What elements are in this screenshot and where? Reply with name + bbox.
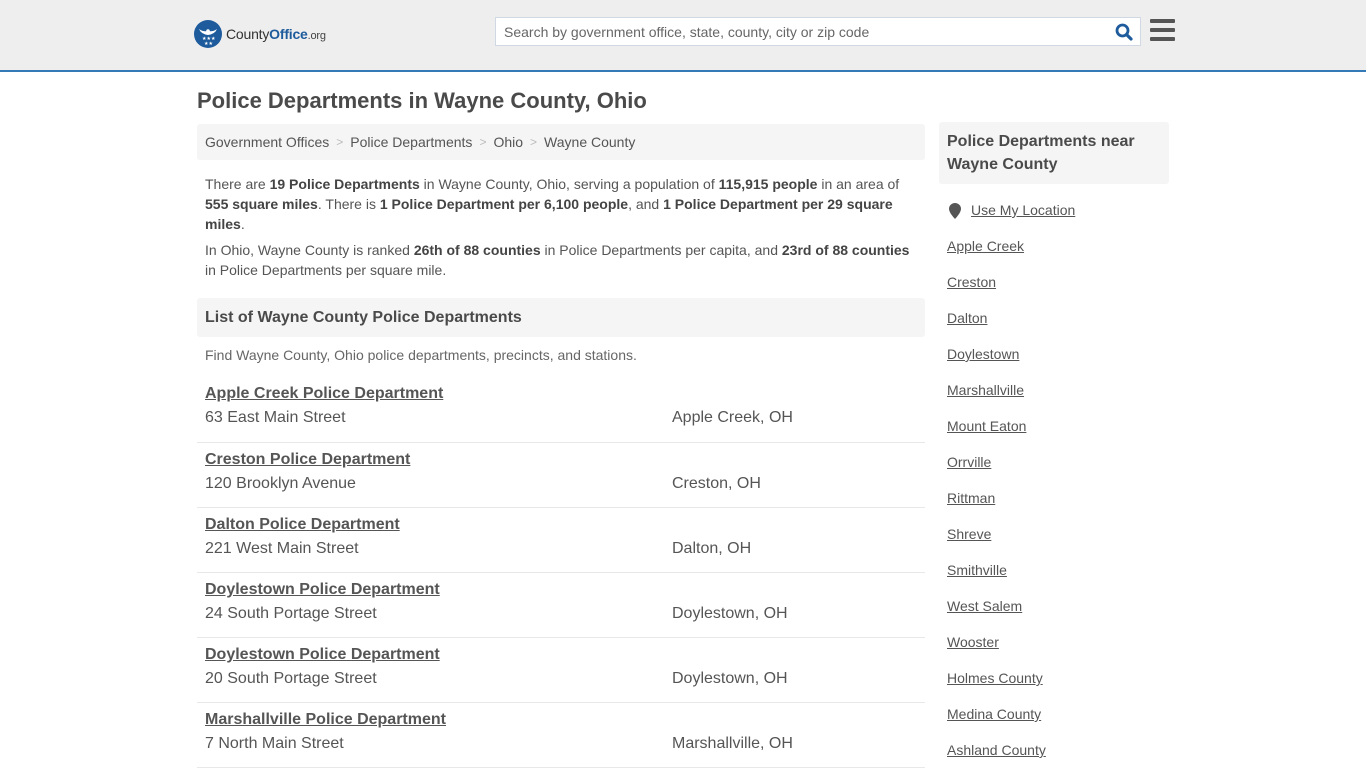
sidebar-item-apple-creek[interactable]: Apple Creek — [947, 238, 1161, 274]
breadcrumb-item-government-offices[interactable]: Government Offices — [205, 134, 329, 150]
svg-text:★★: ★★ — [204, 41, 213, 47]
menu-bar — [1150, 37, 1175, 41]
department-address: 24 South Portage Street — [205, 605, 377, 622]
hamburger-menu-icon[interactable] — [1150, 19, 1175, 41]
sidebar: Police Departments near Wayne County Use… — [939, 122, 1169, 778]
sidebar-item-creston[interactable]: Creston — [947, 274, 1161, 310]
department-city: Apple Creek, OH — [672, 409, 793, 426]
list-section-description: Find Wayne County, Ohio police departmen… — [205, 347, 637, 363]
department-address: 221 West Main Street — [205, 540, 359, 557]
logo-brand: Office — [269, 26, 308, 42]
menu-bar — [1150, 28, 1175, 32]
list-item: Doylestown Police Department 20 South Po… — [197, 638, 925, 703]
nearby-links: Use My Location Apple Creek Creston Dalt… — [939, 184, 1169, 778]
logo-prefix: County — [226, 26, 270, 42]
use-my-location-label: Use My Location — [971, 202, 1076, 218]
breadcrumb-item-police-departments[interactable]: Police Departments — [350, 134, 472, 150]
department-city: Doylestown, OH — [672, 605, 788, 622]
breadcrumb-separator-icon: > — [479, 135, 487, 149]
list-item: Marshallville Police Department 7 North … — [197, 703, 925, 768]
sidebar-item-mount-eaton[interactable]: Mount Eaton — [947, 418, 1161, 454]
breadcrumb-separator-icon: > — [336, 135, 344, 149]
sidebar-item-ashland-county[interactable]: Ashland County — [947, 742, 1161, 778]
rank-per-area: 23rd of 88 counties — [781, 242, 910, 258]
department-address: 63 East Main Street — [205, 409, 346, 426]
text: in an area of — [817, 176, 900, 192]
sidebar-item-medina-county[interactable]: Medina County — [947, 706, 1161, 742]
text: in Police Departments per square mile. — [205, 262, 447, 278]
text: In Ohio, Wayne County is ranked — [205, 242, 414, 258]
list-item: Creston Police Department 120 Brooklyn A… — [197, 443, 925, 508]
department-link[interactable]: Doylestown Police Department — [205, 581, 440, 599]
department-address: 120 Brooklyn Avenue — [205, 475, 356, 492]
search-button[interactable] — [1108, 18, 1140, 45]
department-link[interactable]: Dalton Police Department — [205, 516, 400, 534]
population: 115,915 people — [718, 176, 818, 192]
main-content: Government Offices > Police Departments … — [197, 124, 925, 768]
sidebar-item-marshallville[interactable]: Marshallville — [947, 382, 1161, 418]
site-header: ★★★ ★★ CountyOffice.org — [0, 0, 1366, 72]
department-city: Creston, OH — [672, 475, 761, 492]
sidebar-title: Police Departments near Wayne County — [939, 122, 1169, 184]
text: There are — [205, 176, 270, 192]
rank-per-capita: 26th of 88 counties — [413, 242, 541, 258]
sidebar-item-wooster[interactable]: Wooster — [947, 634, 1161, 670]
search-input[interactable] — [496, 18, 1108, 45]
intro-text: There are 19 Police Departments in Wayne… — [197, 160, 925, 280]
department-link[interactable]: Doylestown Police Department — [205, 646, 440, 664]
use-my-location-link[interactable]: Use My Location — [947, 202, 1161, 238]
department-list: Apple Creek Police Department 63 East Ma… — [197, 381, 925, 768]
breadcrumb-item-wayne-county[interactable]: Wayne County — [544, 134, 635, 150]
sidebar-item-shreve[interactable]: Shreve — [947, 526, 1161, 562]
department-city: Doylestown, OH — [672, 670, 788, 687]
sidebar-item-doylestown[interactable]: Doylestown — [947, 346, 1161, 382]
breadcrumb-separator-icon: > — [530, 135, 538, 149]
text: in Wayne County, Ohio, serving a populat… — [419, 176, 719, 192]
department-address: 7 North Main Street — [205, 735, 344, 752]
logo-wordmark: CountyOffice.org — [226, 26, 326, 42]
department-link[interactable]: Apple Creek Police Department — [205, 385, 443, 403]
per-capita: 1 Police Department per 6,100 people — [379, 196, 629, 212]
intro-summary: There are 19 Police Departments in Wayne… — [205, 174, 917, 234]
text: . There is — [317, 196, 380, 212]
menu-bar — [1150, 19, 1175, 23]
sidebar-item-orrville[interactable]: Orrville — [947, 454, 1161, 490]
sidebar-item-west-salem[interactable]: West Salem — [947, 598, 1161, 634]
department-city: Dalton, OH — [672, 540, 752, 557]
department-city: Marshallville, OH — [672, 735, 793, 752]
search-bar — [495, 17, 1141, 46]
department-link[interactable]: Marshallville Police Department — [205, 711, 446, 729]
dept-count: 19 Police Departments — [269, 176, 420, 192]
page-title: Police Departments in Wayne County, Ohio — [197, 88, 647, 113]
map-pin-icon — [949, 203, 961, 219]
intro-ranking: In Ohio, Wayne County is ranked 26th of … — [205, 240, 917, 280]
department-address: 20 South Portage Street — [205, 670, 377, 687]
sidebar-item-dalton[interactable]: Dalton — [947, 310, 1161, 346]
breadcrumb: Government Offices > Police Departments … — [197, 124, 925, 160]
county-office-eagle-logo-icon: ★★★ ★★ — [194, 20, 222, 48]
list-item: Apple Creek Police Department 63 East Ma… — [197, 381, 925, 443]
list-item: Dalton Police Department 221 West Main S… — [197, 508, 925, 573]
site-logo-link[interactable]: ★★★ ★★ CountyOffice.org — [194, 20, 326, 48]
sidebar-item-smithville[interactable]: Smithville — [947, 562, 1161, 598]
sidebar-item-holmes-county[interactable]: Holmes County — [947, 670, 1161, 706]
list-section-title: List of Wayne County Police Departments — [197, 298, 925, 337]
logo-tld: .org — [307, 30, 326, 42]
department-link[interactable]: Creston Police Department — [205, 451, 410, 469]
list-item: Doylestown Police Department 24 South Po… — [197, 573, 925, 638]
search-icon — [1115, 23, 1133, 41]
text: in Police Departments per capita, and — [540, 242, 782, 258]
area: 555 square miles — [205, 196, 318, 212]
sidebar-item-rittman[interactable]: Rittman — [947, 490, 1161, 526]
text: . — [240, 216, 245, 232]
text: , and — [628, 196, 664, 212]
breadcrumb-item-ohio[interactable]: Ohio — [493, 134, 523, 150]
